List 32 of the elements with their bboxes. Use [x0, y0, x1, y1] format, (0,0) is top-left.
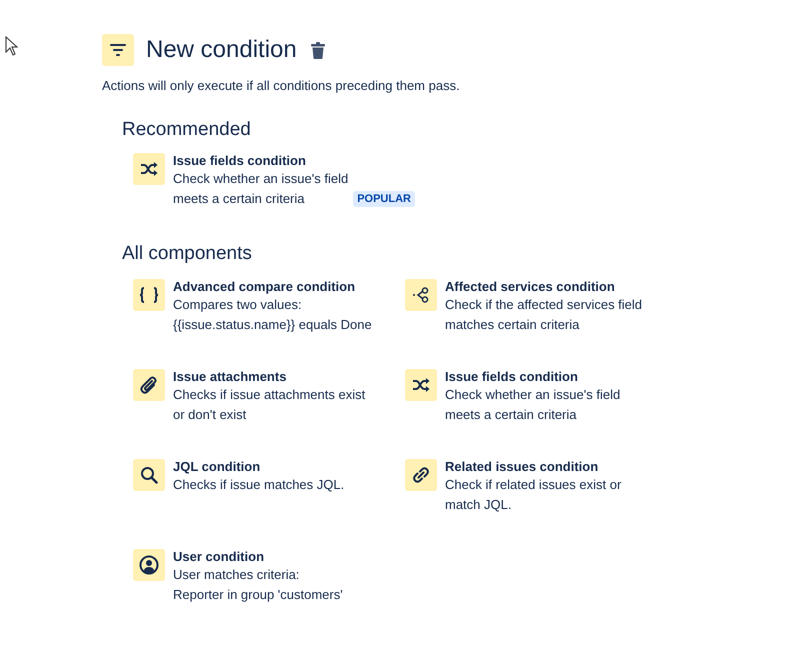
component-name[interactable]: Related issues condition	[445, 459, 622, 475]
component-name[interactable]: Advanced compare condition	[173, 279, 372, 295]
cursor-icon	[5, 36, 19, 56]
user-icon[interactable]	[133, 549, 165, 581]
component-name[interactable]: Issue fields condition	[173, 153, 415, 169]
component-description: Check whether an issue's field meets a certain criteria	[173, 170, 348, 208]
branch-nodes-icon[interactable]	[405, 279, 437, 311]
shuffle-icon[interactable]	[133, 153, 165, 185]
condition-title: New condition	[146, 36, 297, 64]
component-description: Compares two values: {{issue.status.name}} equals Done	[173, 296, 372, 334]
description-text: Actions will only execute if all conditions preceding them pass.	[102, 78, 461, 93]
link-icon[interactable]	[405, 459, 437, 491]
filter-icon	[102, 34, 134, 66]
component-description: User matches criteria: Reporter in group 'customers'	[173, 566, 343, 604]
section-heading: Recommended	[122, 119, 252, 141]
shuffle-icon[interactable]	[405, 369, 437, 401]
braces-icon[interactable]	[133, 279, 165, 311]
section-heading: All components	[122, 243, 253, 265]
component-name[interactable]: Issue fields condition	[445, 369, 620, 385]
component-description: Check if the affected services field matches certain criteria	[445, 296, 642, 334]
paperclip-icon[interactable]	[133, 369, 165, 401]
component-description: Check whether an issue's field meets a certain criteria	[445, 386, 620, 424]
component-description: Checks if issue attachments exist or don't exist	[173, 386, 366, 424]
component-name[interactable]: Issue attachments	[173, 369, 366, 385]
component-name[interactable]: JQL condition	[173, 459, 344, 475]
component-name[interactable]: Affected services condition	[445, 279, 642, 295]
search-icon[interactable]	[133, 459, 165, 491]
component-description: Checks if issue matches JQL.	[173, 476, 344, 494]
component-description: Check if related issues exist or match JQL.	[445, 476, 622, 514]
trash-icon[interactable]	[310, 42, 325, 58]
popular-lozenge: POPULAR	[353, 191, 415, 207]
component-name[interactable]: User condition	[173, 549, 343, 565]
